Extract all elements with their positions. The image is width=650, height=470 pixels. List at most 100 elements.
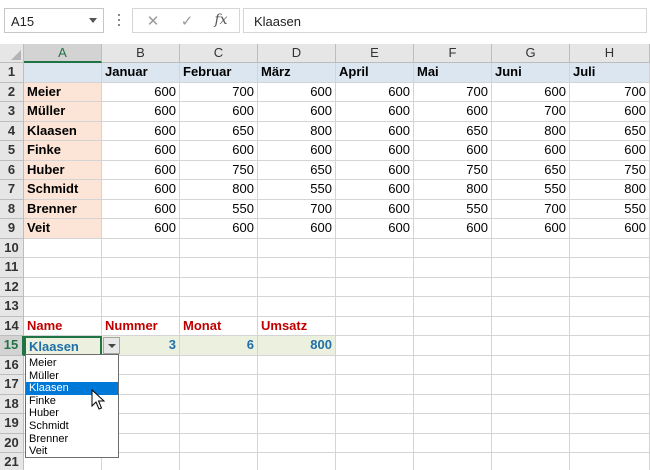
cell-f17[interactable]	[414, 375, 492, 395]
cell-b8[interactable]: 600	[102, 199, 180, 219]
row-header-19[interactable]: 19	[0, 414, 24, 434]
cell-f9[interactable]: 600	[414, 219, 492, 239]
cell-d2[interactable]: 600	[258, 82, 336, 102]
cell-c11[interactable]	[180, 258, 258, 278]
cell-e6[interactable]: 600	[336, 160, 414, 180]
column-header-f[interactable]: F	[414, 44, 492, 63]
cell-e11[interactable]	[336, 258, 414, 278]
active-cell-a15[interactable]: Klaasen	[24, 336, 102, 356]
cell-h18[interactable]	[570, 394, 650, 414]
column-header-e[interactable]: E	[336, 44, 414, 63]
cell-d17[interactable]	[258, 375, 336, 395]
row-header-8[interactable]: 8	[0, 199, 24, 219]
cell-a1[interactable]	[24, 63, 102, 83]
cell-f8[interactable]: 550	[414, 199, 492, 219]
column-header-a[interactable]: A	[24, 44, 102, 63]
cell-c8[interactable]: 550	[180, 199, 258, 219]
dropdown-option[interactable]: Veit	[26, 445, 118, 458]
cell-h20[interactable]	[570, 433, 650, 453]
cell-e20[interactable]	[336, 433, 414, 453]
cell-a3[interactable]: Müller	[24, 102, 102, 122]
cell-f20[interactable]	[414, 433, 492, 453]
cell-f4[interactable]: 650	[414, 121, 492, 141]
dropdown-option[interactable]: Brenner	[26, 433, 118, 446]
cell-e8[interactable]: 600	[336, 199, 414, 219]
cell-h15[interactable]	[570, 336, 650, 356]
column-header-d[interactable]: D	[258, 44, 336, 63]
cell-c2[interactable]: 700	[180, 82, 258, 102]
cell-a13[interactable]	[24, 297, 102, 317]
cell-f5[interactable]: 600	[414, 141, 492, 161]
cell-c5[interactable]: 600	[180, 141, 258, 161]
cell-f3[interactable]: 600	[414, 102, 492, 122]
cell-h14[interactable]	[570, 316, 650, 336]
cell-d20[interactable]	[258, 433, 336, 453]
row-header-20[interactable]: 20	[0, 433, 24, 453]
cell-d18[interactable]	[258, 394, 336, 414]
cell-d13[interactable]	[258, 297, 336, 317]
dropdown-option[interactable]: Schmidt	[26, 420, 118, 433]
cell-e10[interactable]	[336, 238, 414, 258]
cell-d9[interactable]: 600	[258, 219, 336, 239]
cell-h3[interactable]: 600	[570, 102, 650, 122]
cell-f14[interactable]	[414, 316, 492, 336]
cell-c17[interactable]	[180, 375, 258, 395]
cell-b13[interactable]	[102, 297, 180, 317]
cell-g12[interactable]	[492, 277, 570, 297]
cell-b2[interactable]: 600	[102, 82, 180, 102]
cell-g15[interactable]	[492, 336, 570, 356]
cell-d19[interactable]	[258, 414, 336, 434]
row-header-1[interactable]: 1	[0, 63, 24, 83]
column-header-b[interactable]: B	[102, 44, 180, 63]
cell-b6[interactable]: 600	[102, 160, 180, 180]
row-header-15[interactable]: 15	[0, 336, 24, 356]
column-header-h[interactable]: H	[570, 44, 650, 63]
cell-f1[interactable]: Mai	[414, 63, 492, 83]
row-header-21[interactable]: 21	[0, 453, 24, 470]
cell-c9[interactable]: 600	[180, 219, 258, 239]
cell-e16[interactable]	[336, 355, 414, 375]
cell-g8[interactable]: 700	[492, 199, 570, 219]
cell-e18[interactable]	[336, 394, 414, 414]
cell-c1[interactable]: Februar	[180, 63, 258, 83]
cell-h6[interactable]: 750	[570, 160, 650, 180]
column-header-c[interactable]: C	[180, 44, 258, 63]
cell-g20[interactable]	[492, 433, 570, 453]
cell-d16[interactable]	[258, 355, 336, 375]
cell-h11[interactable]	[570, 258, 650, 278]
cell-g4[interactable]: 800	[492, 121, 570, 141]
cell-f2[interactable]: 700	[414, 82, 492, 102]
row-header-12[interactable]: 12	[0, 277, 24, 297]
cell-f6[interactable]: 750	[414, 160, 492, 180]
row-header-9[interactable]: 9	[0, 219, 24, 239]
cell-d21[interactable]	[258, 453, 336, 470]
cell-d1[interactable]: März	[258, 63, 336, 83]
cell-a6[interactable]: Huber	[24, 160, 102, 180]
cell-a10[interactable]	[24, 238, 102, 258]
row-header-10[interactable]: 10	[0, 238, 24, 258]
cell-d7[interactable]: 550	[258, 180, 336, 200]
cell-h13[interactable]	[570, 297, 650, 317]
row-header-18[interactable]: 18	[0, 394, 24, 414]
cell-a12[interactable]	[24, 277, 102, 297]
cell-d4[interactable]: 800	[258, 121, 336, 141]
cell-c4[interactable]: 650	[180, 121, 258, 141]
cell-g21[interactable]	[492, 453, 570, 470]
cell-d11[interactable]	[258, 258, 336, 278]
cell-h10[interactable]	[570, 238, 650, 258]
cell-h12[interactable]	[570, 277, 650, 297]
cell-f21[interactable]	[414, 453, 492, 470]
select-all-button[interactable]	[0, 44, 24, 63]
cell-e4[interactable]: 600	[336, 121, 414, 141]
cell-e17[interactable]	[336, 375, 414, 395]
cell-g2[interactable]: 600	[492, 82, 570, 102]
row-header-17[interactable]: 17	[0, 375, 24, 395]
row-header-7[interactable]: 7	[0, 180, 24, 200]
cell-h19[interactable]	[570, 414, 650, 434]
cell-g17[interactable]	[492, 375, 570, 395]
cell-c20[interactable]	[180, 433, 258, 453]
cell-c18[interactable]	[180, 394, 258, 414]
cancel-icon[interactable]: ✕	[143, 12, 163, 30]
cell-e2[interactable]: 600	[336, 82, 414, 102]
cell-e13[interactable]	[336, 297, 414, 317]
